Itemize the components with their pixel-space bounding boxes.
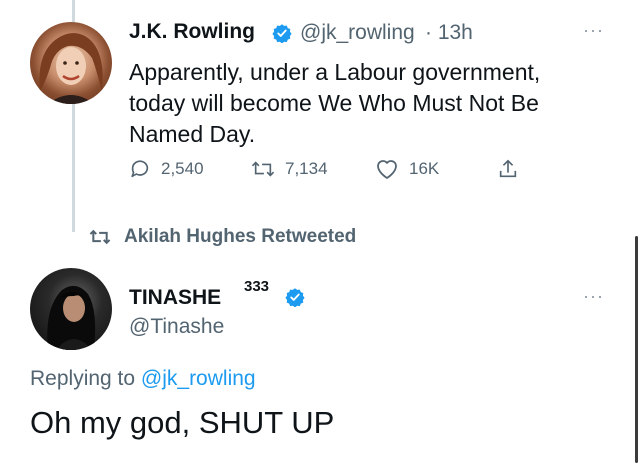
reply-button[interactable]: 2,540 [129,158,204,180]
retweet-banner[interactable]: Akilah Hughes Retweeted [88,226,356,248]
replying-to: Replying to @jk_rowling [30,367,256,391]
avatar-image [47,285,96,350]
avatar-image [39,33,103,104]
reply-count: 2,540 [161,159,204,178]
replying-to-link[interactable]: @jk_rowling [141,367,256,390]
scrollbar[interactable] [635,236,638,463]
retweet-button[interactable]: 7,134 [251,158,328,180]
tweet-timestamp[interactable]: · 13h [425,21,473,45]
heart-icon [377,160,397,179]
avatar[interactable] [30,268,112,350]
share-icon [499,159,517,178]
retweet-count: 7,134 [285,159,328,178]
share-button[interactable] [497,158,529,180]
retweet-banner-label: Akilah Hughes Retweeted [124,226,357,247]
tweet-text-line: today will become We Who Must Not Be [129,90,539,116]
more-options-icon[interactable]: ··· [583,286,604,307]
more-options-icon[interactable]: ··· [583,20,604,41]
author-handle[interactable]: @jk_rowling [300,21,415,45]
tweet-actions: 2,540 7,134 16K [129,158,549,188]
reply-text: Oh my god, SHUT UP [30,405,335,440]
verified-badge-icon [272,24,292,43]
avatar[interactable] [30,22,112,104]
like-count: 16K [409,159,440,178]
retweet-icon [89,229,111,245]
reply-author-superscript: 333 [244,278,270,295]
reply-icon [131,160,149,178]
author-name[interactable]: J.K. Rowling [129,20,255,44]
tweet-text: Apparently, under a Labour government, t… [129,57,609,150]
reply-author-handle[interactable]: @Tinashe [129,315,224,339]
replying-to-prefix: Replying to [30,367,136,390]
verified-badge-icon [285,288,305,307]
tweet-text-line: Apparently, under a Labour government, [129,59,541,85]
like-button[interactable]: 16K [375,158,439,180]
retweet-icon [251,161,275,177]
reply-author-name[interactable]: TINASHE [129,286,221,310]
tweet-text-line: Named Day. [129,121,256,147]
